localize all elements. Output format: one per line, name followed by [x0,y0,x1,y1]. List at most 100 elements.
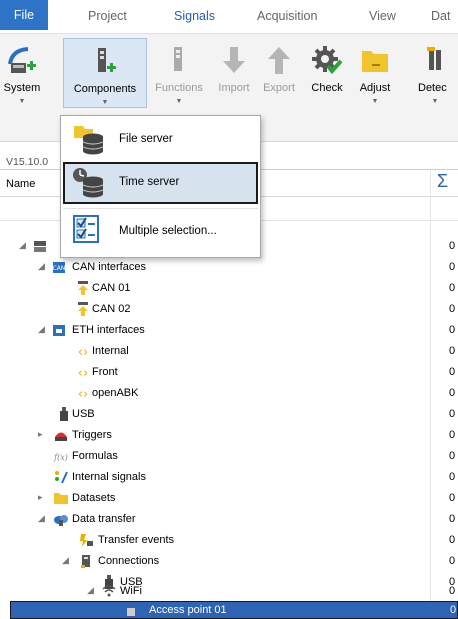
tree-count: 0 [449,366,456,378]
cloud-icon [54,515,68,526]
menu-item-label: File server [119,133,173,145]
menu-project[interactable]: Project [88,9,127,23]
formula-icon: f(x) [53,453,68,462]
tree-row-wifi[interactable]: ◢ WiFi 0 [0,583,458,601]
menu-item-time-server[interactable]: Time server [63,162,258,204]
collapse-icon[interactable]: ◢ [62,555,69,566]
system-label: System [3,82,41,94]
can-port-icon [78,281,88,295]
can-port-icon [78,302,88,316]
tree-count: 0 [449,261,456,273]
tree-count: 0 [449,585,456,597]
svg-text:CAN: CAN [53,265,66,272]
menu-data[interactable]: Dat [431,9,450,23]
tree-row-can-interfaces[interactable]: ◢ CAN CAN interfaces 0 [0,257,458,278]
version-label: V15.10.0 [6,156,49,168]
tree-row-can-02[interactable]: CAN 02 0 [0,299,458,320]
import-label: Import [218,82,250,94]
import-button[interactable]: Import [214,38,254,108]
tree-label: Datasets [72,492,116,504]
tree-row-data-transfer[interactable]: ◢ Data transfer 0 [0,509,458,530]
tree-row-access-point-01[interactable]: Access point 01 0 [10,601,458,619]
components-label: Components [73,83,137,95]
tree-row-internal-signals[interactable]: Internal signals 0 [0,467,458,488]
menu-view[interactable]: View [369,9,396,23]
tree-count: 0 [449,387,456,399]
tree-count: 0 [449,429,456,441]
menu-separator [63,208,258,209]
menu-item-label: Multiple selection... [119,225,217,237]
components-dropdown: File server Time server Multiple selecti… [60,115,261,258]
menu-item-multiple-selection[interactable]: Multiple selection... [63,211,258,253]
collapse-icon[interactable]: ◢ [38,324,45,335]
menu-acquisition[interactable]: Acquisition [257,9,317,23]
menu-signals[interactable]: Signals [174,9,215,23]
transfer-event-icon [80,534,93,547]
tree-label: Data transfer [72,513,136,525]
detect-label: Detec [418,82,447,94]
chevron-down-icon: ▼ [371,98,379,105]
adjust-label: Adjust [359,82,391,94]
system-icon [8,47,36,73]
trigger-icon [55,432,67,441]
eth-port-icon: ‹› [78,387,88,401]
tree-count: 0 [449,555,456,567]
tree-label: Internal [92,345,129,357]
tree-row-front[interactable]: ‹› Front 0 [0,362,458,383]
components-button[interactable]: Components ▼ [63,38,147,108]
export-button[interactable]: Export [258,38,300,108]
tree-count: 0 [449,408,456,420]
functions-button[interactable]: Functions ▼ [150,38,208,108]
tree-label: Connections [98,555,160,567]
expand-icon[interactable]: ▸ [38,492,43,503]
sum-column-header[interactable]: Σ [437,171,448,192]
tree-count: 0 [449,513,456,525]
import-arrow-icon [223,47,245,73]
tree-row-transfer-events[interactable]: Transfer events 0 [0,530,458,551]
check-button[interactable]: Check [306,38,348,108]
menu-item-file-server[interactable]: File server [63,119,258,161]
tree-label: Front [92,366,118,378]
tree-row-datasets[interactable]: ▸ Datasets 0 [0,488,458,509]
tree-row-triggers[interactable]: ▸ Triggers 0 [0,425,458,446]
collapse-icon[interactable]: ◢ [19,240,26,251]
tree-label: Formulas [72,450,118,462]
collapse-icon[interactable]: ◢ [38,261,45,272]
tree-row-eth-interfaces[interactable]: ◢ ETH interfaces 0 [0,320,458,341]
tree-row-can-01[interactable]: CAN 01 0 [0,278,458,299]
tree-label: openABK [92,387,139,399]
adjust-button[interactable]: Adjust ▼ [352,38,398,108]
tree-label: WiFi [120,585,142,597]
collapse-icon[interactable]: ◢ [38,513,45,524]
expand-icon[interactable]: ▸ [38,429,43,440]
system-button[interactable]: System ▼ [2,38,42,108]
checklist-icon [73,215,99,243]
wifi-icon [102,585,116,597]
detect-button[interactable]: Detec ▼ [412,38,458,108]
functions-label: Functions [155,82,203,94]
tree-row-connections[interactable]: ◢ Connections 0 [0,551,458,572]
chevron-down-icon: ▼ [175,98,183,105]
menu-file[interactable]: File [0,0,48,30]
tree-label: CAN 01 [92,282,131,294]
signals-icon [55,471,68,484]
tree-row-formulas[interactable]: f(x) Formulas 0 [0,446,458,467]
collapse-icon[interactable]: ◢ [87,585,94,596]
tree-row-internal[interactable]: ‹› Internal 0 [0,341,458,362]
tree-label: Triggers [72,429,112,441]
usb-icon [60,407,68,421]
tree-count: 0 [449,303,456,315]
tree-label: CAN interfaces [72,261,146,273]
tree-count: 0 [449,471,456,483]
access-point-icon [127,608,135,616]
tree-label: USB [72,408,95,420]
tree-count: 0 [449,534,456,546]
detect-icon [427,47,441,70]
name-column-header[interactable]: Name [6,178,35,190]
check-label: Check [311,82,343,94]
tree-count: 0 [449,492,456,504]
svg-text:f(x): f(x) [53,453,68,462]
tree-row-usb[interactable]: USB 0 [0,404,458,425]
menu-item-label: Time server [119,176,180,188]
tree-row-openabk[interactable]: ‹› openABK 0 [0,383,458,404]
